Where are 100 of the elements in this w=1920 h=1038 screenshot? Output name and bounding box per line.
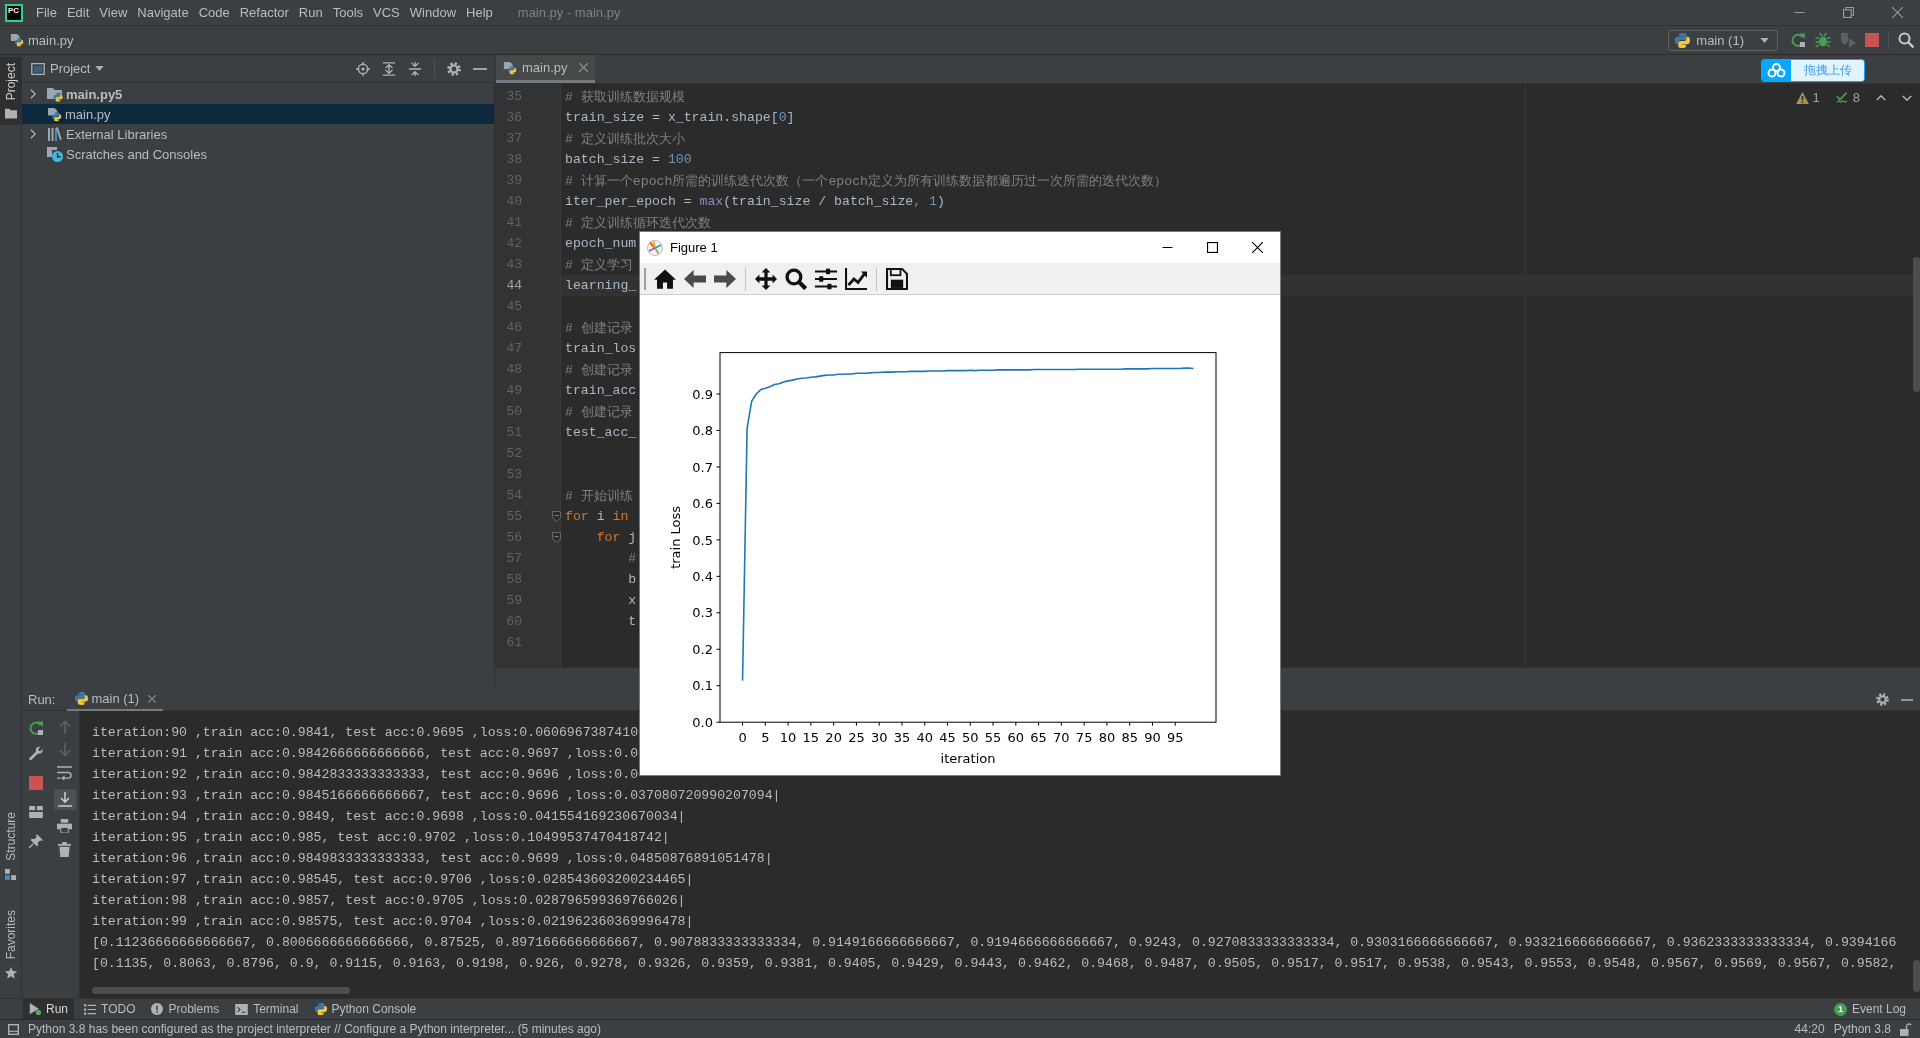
wrench-icon[interactable]	[29, 746, 43, 760]
chevron-right-icon[interactable]	[30, 129, 36, 139]
menu-item[interactable]: Code	[198, 5, 230, 20]
python-icon	[314, 1003, 327, 1015]
move-icon[interactable]	[755, 267, 777, 290]
x-tick-label: 90	[1144, 730, 1161, 746]
tool-window-tab[interactable]: TODO	[78, 999, 142, 1019]
pin-icon[interactable]	[29, 834, 43, 848]
code-line: # 创建记录	[565, 403, 633, 421]
tool-window-tab[interactable]: Python Console	[308, 999, 423, 1019]
tree-item[interactable]: Scratches and Consoles	[22, 144, 494, 164]
menu-item[interactable]: Run	[298, 5, 323, 20]
menu-item[interactable]: Window	[409, 5, 457, 20]
save-icon[interactable]	[886, 267, 908, 290]
tool-window-tab[interactable]: Problems	[145, 999, 226, 1019]
tree-item[interactable]: External Libraries	[22, 124, 494, 144]
crosshair-icon[interactable]	[356, 61, 370, 76]
fold-icon[interactable]	[552, 511, 561, 522]
x-tick-label: 55	[984, 730, 1002, 746]
menu-item[interactable]: View	[99, 5, 128, 20]
scrollbar-thumb[interactable]	[1913, 960, 1920, 992]
magnifier-icon[interactable]	[785, 267, 807, 290]
collapse-all-icon[interactable]	[408, 61, 422, 76]
status-message[interactable]: Python 3.8 has been configured as the project interpreter // Configure a Python interpreter... (5 minutes ago)	[28, 1022, 601, 1036]
chevron-down-icon[interactable]	[1902, 94, 1912, 101]
tool-windows-icon[interactable]	[8, 1023, 19, 1035]
scrollbar-thumb[interactable]	[92, 987, 350, 994]
menu-item[interactable]: File	[36, 5, 57, 20]
tool-window-tab[interactable]: Run	[23, 999, 74, 1019]
menu-item[interactable]: Edit	[66, 5, 90, 20]
event-log-button[interactable]: 1 Event Log	[1833, 1002, 1906, 1016]
python-file-icon	[10, 33, 24, 47]
chevron-up-icon[interactable]	[1876, 94, 1886, 101]
x-tick-label: 5	[761, 730, 770, 746]
fold-icon[interactable]	[552, 532, 561, 543]
code-line: # 创建记录	[565, 361, 633, 379]
maximize-icon[interactable]	[1207, 242, 1218, 253]
editor-tab[interactable]: main.py	[496, 55, 595, 83]
caret-position[interactable]: 44:20	[1794, 1022, 1825, 1036]
trash-icon[interactable]	[58, 842, 71, 857]
run-config-dropdown[interactable]: main (1)	[1668, 29, 1778, 51]
menu-item[interactable]: Tools	[332, 5, 364, 20]
code-line: train_size = x_train.shape[0]	[565, 110, 795, 125]
expand-all-icon[interactable]	[382, 61, 396, 76]
search-icon[interactable]	[1898, 32, 1914, 48]
console-line: iteration:90 ,train acc:0.9841, test acc:0.9695 ,loss:0.0606967387410	[92, 724, 639, 742]
code-line: train_los	[565, 341, 637, 356]
y-tick-label: 0.7	[692, 459, 713, 475]
console-line: iteration:96 ,train acc:0.9849833333333333, test acc:0.9699 ,loss:0.04850876891051478|	[92, 850, 773, 868]
code-line: train_acc	[565, 383, 637, 398]
tree-item[interactable]: main.py5	[22, 84, 494, 104]
warning-count: 1	[1812, 90, 1820, 105]
close-icon[interactable]	[1252, 242, 1263, 253]
rerun-icon[interactable]	[1790, 32, 1806, 48]
cloud-icon[interactable]	[1762, 60, 1791, 81]
x-axis-label: iteration	[940, 751, 996, 766]
x-tick-label: 80	[1098, 730, 1116, 746]
project-view-dropdown[interactable]: Project	[50, 61, 105, 76]
interpreter-label[interactable]: Python 3.8	[1833, 1022, 1891, 1036]
tool-window-tab[interactable]: Favorites	[0, 903, 21, 985]
code-line: batch_size = 100	[565, 152, 692, 167]
minimize-icon[interactable]	[1162, 247, 1173, 248]
soft-wrap-icon[interactable]	[57, 766, 72, 780]
star-icon	[4, 967, 17, 979]
tool-window-tab[interactable]: Structure	[0, 805, 21, 886]
breadcrumb[interactable]: main.py	[28, 32, 74, 48]
console-line: iteration:95 ,train acc:0.985, test acc:0.9702 ,loss:0.10499537470418742|	[92, 829, 670, 847]
menu-item[interactable]: VCS	[373, 5, 400, 20]
tool-window-tab[interactable]: Project	[0, 57, 21, 126]
bug-icon[interactable]	[1815, 32, 1831, 48]
back-arrow-icon[interactable]	[684, 267, 706, 290]
lock-icon[interactable]	[1900, 1022, 1912, 1036]
menu-item[interactable]: Navigate	[137, 5, 189, 20]
x-tick-label: 30	[870, 730, 888, 746]
line-chart-icon[interactable]	[845, 267, 867, 290]
structure-icon	[5, 868, 16, 880]
tree-item[interactable]: main.py	[22, 104, 494, 124]
code-line: t	[627, 614, 637, 629]
print-icon[interactable]	[57, 819, 72, 833]
layout-icon[interactable]	[29, 806, 43, 818]
forward-arrow-icon[interactable]	[714, 267, 736, 290]
menu-item[interactable]: Refactor	[239, 5, 289, 20]
console-line: iteration:92 ,train acc:0.9842833333333333, test acc:0.9696 ,loss:0.0	[92, 766, 639, 784]
home-icon[interactable]	[654, 267, 676, 290]
x-tick-label: 20	[825, 730, 842, 746]
y-tick-label: 0.4	[692, 569, 713, 585]
tool-window-tab[interactable]: Terminal	[229, 999, 305, 1019]
y-tick-label: 0.3	[692, 605, 713, 621]
settings-icon[interactable]	[1876, 693, 1889, 706]
hide-icon[interactable]	[1901, 698, 1913, 701]
rerun-icon[interactable]	[28, 720, 44, 736]
sliders-icon[interactable]	[815, 267, 837, 290]
hide-icon[interactable]	[473, 67, 487, 70]
scrollbar-thumb[interactable]	[1913, 257, 1920, 392]
settings-icon[interactable]	[447, 61, 461, 76]
menu-item[interactable]: Help	[466, 5, 493, 20]
y-tick-label: 0.0	[692, 714, 713, 730]
restore-icon[interactable]	[1843, 7, 1854, 18]
chevron-right-icon[interactable]	[30, 89, 36, 99]
scroll-to-end-icon[interactable]	[53, 789, 76, 810]
